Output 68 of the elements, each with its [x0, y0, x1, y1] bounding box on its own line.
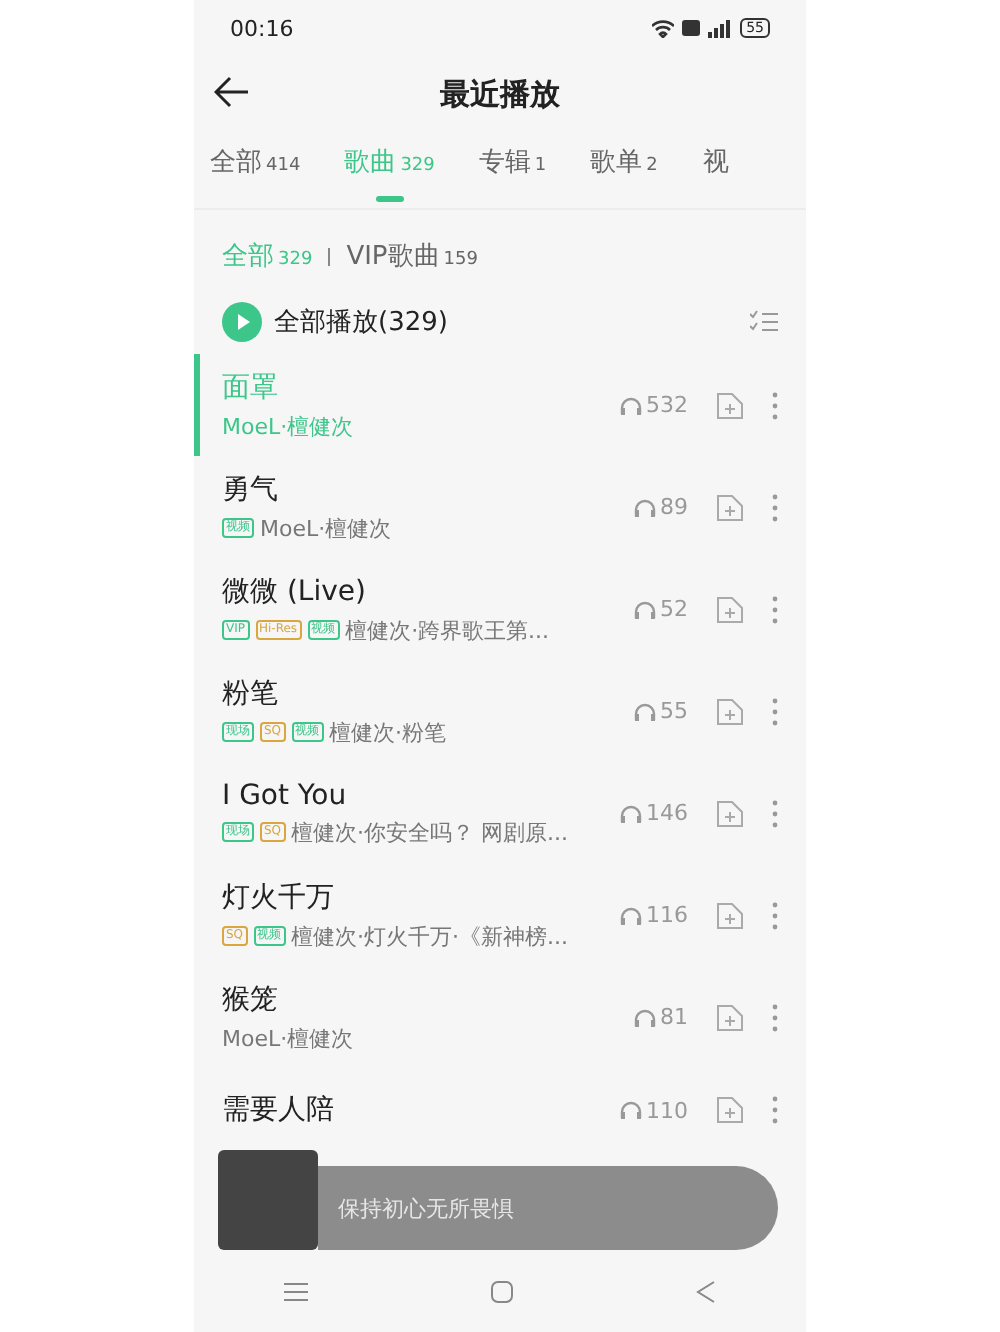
signal-icon — [708, 19, 733, 37]
play-all-label[interactable]: 全部播放(329) — [274, 304, 448, 340]
menu-icon[interactable] — [284, 1282, 309, 1302]
wifi-icon — [652, 19, 675, 37]
home-icon[interactable] — [489, 1280, 514, 1304]
song-title: 猴笼 — [222, 981, 280, 1017]
back-arrow-icon[interactable] — [214, 76, 250, 108]
category-tab[interactable]: 专辑 1 — [478, 132, 547, 202]
multi-select-icon[interactable] — [750, 310, 778, 334]
more-icon[interactable] — [772, 799, 778, 827]
add-to-playlist-icon[interactable] — [716, 697, 744, 725]
song-title: 粉笔 — [222, 675, 280, 711]
play-count: 532 — [646, 392, 688, 418]
more-icon[interactable] — [772, 901, 778, 929]
more-icon[interactable] — [772, 1003, 778, 1031]
play-count: 55 — [660, 698, 688, 724]
song-artist: 檀健次·灯火千万·《新神榜... — [291, 921, 569, 951]
headphones-icon — [620, 803, 642, 823]
more-icon[interactable] — [772, 391, 778, 419]
add-to-playlist-icon[interactable] — [716, 1096, 744, 1124]
album-cover-placeholder — [218, 1150, 318, 1250]
more-icon[interactable] — [772, 493, 778, 521]
add-to-playlist-icon[interactable] — [716, 595, 744, 623]
play-count: 110 — [646, 1097, 688, 1123]
play-count: 81 — [660, 1004, 688, 1030]
add-to-playlist-icon[interactable] — [716, 391, 744, 419]
add-to-playlist-icon[interactable] — [716, 1003, 744, 1031]
filter-option[interactable]: VIP歌曲 159 — [346, 238, 478, 274]
song-title: 灯火千万 — [222, 879, 336, 915]
play-count: 89 — [660, 494, 688, 520]
play-count: 116 — [646, 902, 688, 928]
song-title: I Got You — [222, 779, 349, 811]
add-to-playlist-icon[interactable] — [716, 901, 744, 929]
song-artist: MoeL·檀健次 — [222, 1023, 354, 1053]
mini-player[interactable]: 保持初心无所畏惧 — [318, 1166, 778, 1250]
page-title: 最近播放 — [440, 75, 560, 113]
play-count: 146 — [646, 800, 688, 826]
back-icon[interactable] — [695, 1280, 716, 1304]
headphones-icon — [634, 599, 656, 619]
headphones-icon — [634, 701, 656, 721]
song-row[interactable]: 猴笼 MoeL·檀健次 81 — [194, 966, 806, 1068]
now-playing-title: 保持初心无所畏惧 — [338, 1193, 516, 1223]
song-artist: 檀健次·跨界歌王第... — [345, 615, 550, 645]
song-artist: MoeL·檀健次 — [222, 411, 354, 441]
song-title: 微微 (Live) — [222, 573, 368, 609]
play-count: 52 — [660, 596, 688, 622]
song-row[interactable]: 需要人陪 110 — [194, 1068, 806, 1152]
headphones-icon — [620, 1100, 642, 1120]
headphones-icon — [620, 905, 642, 925]
song-title: 面罩 — [222, 369, 280, 405]
category-tab[interactable]: 全部 414 — [210, 132, 301, 202]
more-icon[interactable] — [772, 697, 778, 725]
more-icon[interactable] — [772, 1096, 778, 1124]
song-artist: 檀健次·你安全吗？ 网剧原... — [291, 817, 569, 847]
category-tab[interactable]: 视 — [701, 132, 730, 202]
add-to-playlist-icon[interactable] — [716, 799, 744, 827]
more-icon[interactable] — [772, 595, 778, 623]
headphones-icon — [634, 497, 656, 517]
play-icon[interactable] — [222, 302, 262, 342]
category-tab[interactable]: 歌单 2 — [590, 132, 658, 202]
add-to-playlist-icon[interactable] — [716, 493, 744, 521]
song-artist: 檀健次·粉笔 — [329, 717, 447, 747]
song-artist: MoeL·檀健次 — [260, 513, 392, 543]
headphones-icon — [620, 395, 642, 415]
status-time: 00:16 — [230, 15, 294, 41]
headphones-icon — [634, 1007, 656, 1027]
song-title: 勇气 — [222, 471, 280, 507]
song-title: 需要人陪 — [222, 1092, 336, 1128]
